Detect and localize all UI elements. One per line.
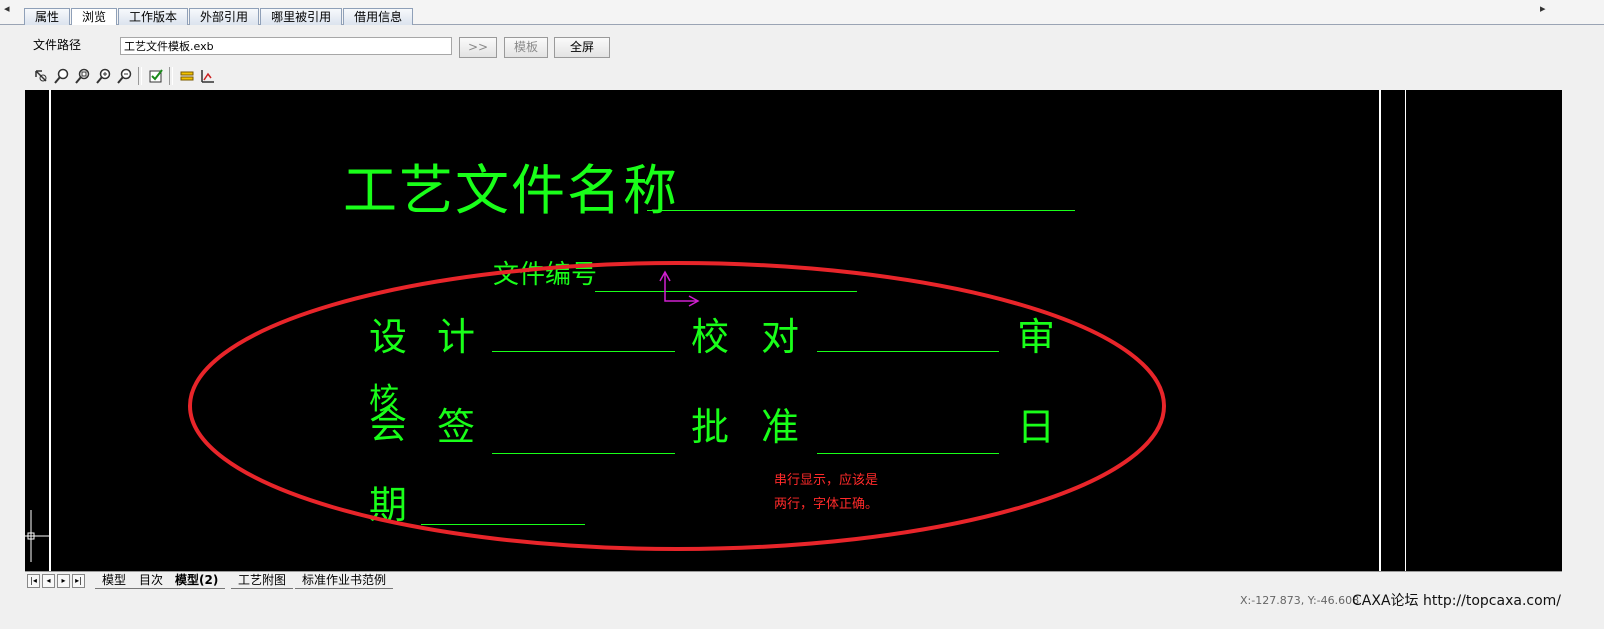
zoom-icon[interactable] <box>51 66 72 86</box>
tab-properties[interactable]: 属性 <box>24 8 71 25</box>
sheet-tab-model-2[interactable]: 模型(2) <box>168 573 226 589</box>
prev-sheet-button[interactable]: ◂ <box>42 574 55 588</box>
template-button[interactable]: 模板 <box>504 37 548 58</box>
scroll-left-icon[interactable]: ◂ <box>4 2 10 15</box>
drawing-canvas[interactable]: 工艺文件名称 文件编号 设 计 校 对 审 核 会 签 批 准 日 期 串行显示… <box>25 90 1562 571</box>
zoom-window-icon[interactable] <box>72 66 93 86</box>
tab-borrow-info[interactable]: 借用信息 <box>343 8 414 25</box>
measure-icon[interactable] <box>197 66 218 86</box>
tab-external-refs[interactable]: 外部引用 <box>189 8 260 25</box>
file-path-input[interactable]: 工艺文件模板.exb <box>120 37 452 55</box>
sheet-tab-model[interactable]: 模型 <box>95 573 134 589</box>
sheet-tab-sop-example[interactable]: 标准作业书范例 <box>295 573 394 589</box>
last-sheet-button[interactable]: ▸| <box>72 574 85 588</box>
first-sheet-button[interactable]: |◂ <box>27 574 40 588</box>
check-icon[interactable] <box>145 66 166 86</box>
title-underline <box>647 210 1075 211</box>
frame-line-right-inner <box>1405 90 1406 571</box>
zoom-in-icon[interactable] <box>93 66 114 86</box>
sheet-tab-contents[interactable]: 目次 <box>132 573 171 589</box>
highlight-ellipse <box>188 261 1166 551</box>
drawing-title: 工艺文件名称 <box>343 159 679 222</box>
top-tab-bar: ◂ 属性 浏览 工作版本 外部引用 哪里被引用 借用信息 ▸ <box>0 0 1604 25</box>
annotation-line-2: 两行，字体正确。 <box>774 497 879 512</box>
coordinate-readout: X:-127.873, Y:-46.608 <box>1240 594 1360 607</box>
forum-watermark: CAXA论坛 http://topcaxa.com/ <box>1352 593 1562 609</box>
toolbar-separator <box>138 67 142 85</box>
tab-work-version[interactable]: 工作版本 <box>118 8 189 25</box>
annotation-line-1: 串行显示，应该是 <box>774 473 879 488</box>
property-tabs: 属性 浏览 工作版本 外部引用 哪里被引用 借用信息 <box>24 8 414 25</box>
tab-browse[interactable]: 浏览 <box>71 8 118 25</box>
frame-line-left <box>49 90 51 571</box>
annotation-note: 串行显示，应该是 两行，字体正确。 <box>774 469 878 517</box>
tab-where-used[interactable]: 哪里被引用 <box>260 8 343 25</box>
next-sheet-button[interactable]: ▸ <box>57 574 70 588</box>
crosshair-cursor-icon <box>25 510 51 562</box>
zoom-previous-icon[interactable] <box>114 66 135 86</box>
layer-icon[interactable] <box>176 66 197 86</box>
frame-line-right <box>1379 90 1381 571</box>
fullscreen-button[interactable]: 全屏 <box>554 37 610 58</box>
pan-icon[interactable] <box>30 66 51 86</box>
sheet-tab-process-drawing[interactable]: 工艺附图 <box>231 573 294 589</box>
view-toolbar <box>30 65 218 87</box>
scroll-right-icon[interactable]: ▸ <box>1540 2 1546 15</box>
browse-button[interactable]: >> <box>459 37 497 58</box>
sheet-tab-bar: |◂ ◂ ▸ ▸| 模型 目次 模型(2) 工艺附图 标准作业书范例 <box>25 571 1562 590</box>
toolbar-separator <box>169 67 173 85</box>
file-path-label: 文件路径 <box>33 38 82 52</box>
